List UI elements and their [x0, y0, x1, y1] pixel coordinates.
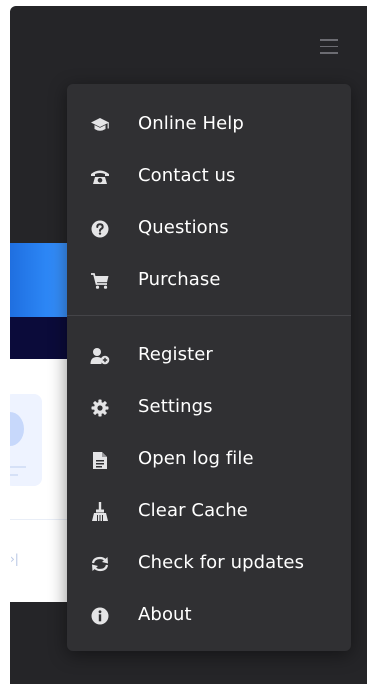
skip-end-icon: ›|: [10, 552, 19, 566]
menu-item-purchase[interactable]: Purchase: [67, 258, 351, 304]
menu-item-check-for-updates[interactable]: Check for updates: [67, 541, 351, 587]
menu-item-label: Open log file: [138, 448, 254, 469]
document-icon: [89, 449, 111, 471]
shopping-cart-icon: [89, 270, 111, 292]
background-avatar-circle: [10, 412, 24, 446]
menu-separator: [67, 315, 351, 316]
graduation-cap-icon: [89, 114, 111, 136]
background-banner: [10, 243, 70, 317]
menu-item-register[interactable]: Register: [67, 333, 351, 379]
menu-item-label: Check for updates: [138, 552, 305, 573]
background-navy-band: [10, 317, 70, 359]
menu-item-clear-cache[interactable]: Clear Cache: [67, 489, 351, 535]
refresh-icon: [89, 553, 111, 575]
menu-item-label: Purchase: [138, 269, 221, 290]
app-window: ›| Online Help Contact us Questions Purc…: [10, 6, 367, 684]
menu-item-open-log-file[interactable]: Open log file: [67, 437, 351, 483]
background-line: [10, 466, 26, 468]
question-circle-icon: [89, 218, 111, 240]
dropdown-menu: Online Help Contact us Questions Purchas…: [67, 84, 351, 651]
menu-item-label: Contact us: [138, 165, 236, 186]
menu-item-settings[interactable]: Settings: [67, 385, 351, 431]
menu-item-label: Register: [138, 344, 213, 365]
menu-item-contact-us[interactable]: Contact us: [67, 154, 351, 200]
background-tile: [10, 394, 42, 486]
add-user-icon: [89, 345, 111, 367]
gear-icon: [89, 397, 111, 419]
background-line: [10, 474, 18, 476]
menu-item-label: Questions: [138, 217, 229, 238]
menu-item-label: Online Help: [138, 113, 244, 134]
background-card: ›|: [10, 359, 70, 602]
info-circle-icon: [89, 605, 111, 627]
menu-item-questions[interactable]: Questions: [67, 206, 351, 252]
hamburger-icon[interactable]: [320, 39, 338, 54]
menu-item-label: About: [138, 604, 192, 625]
menu-item-label: Settings: [138, 396, 213, 417]
menu-item-online-help[interactable]: Online Help: [67, 102, 351, 148]
telephone-icon: [89, 166, 111, 188]
menu-item-label: Clear Cache: [138, 500, 248, 521]
broom-icon: [89, 501, 111, 523]
background-divider: [10, 519, 70, 520]
menu-item-about[interactable]: About: [67, 593, 351, 639]
